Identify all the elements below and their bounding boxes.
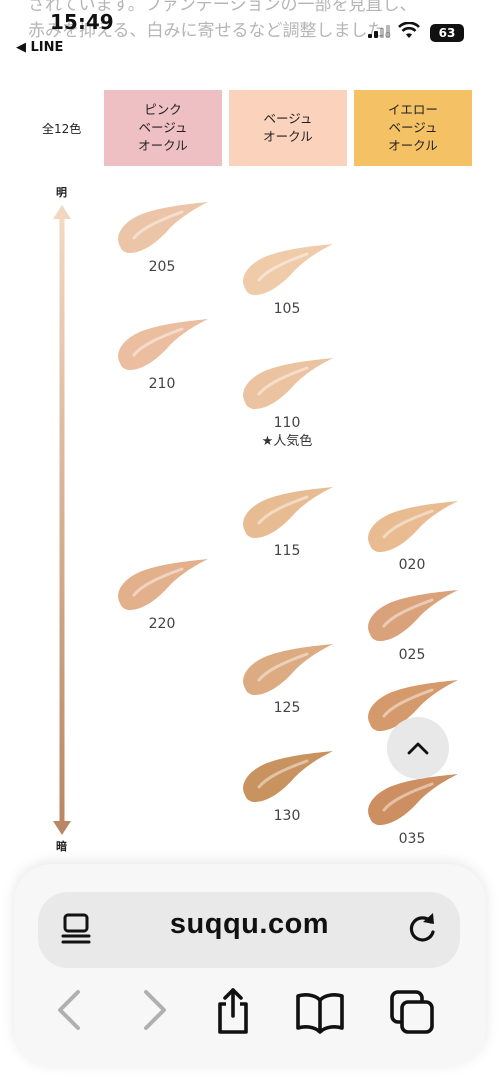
shade-code-025: 025 xyxy=(398,647,426,663)
shade-swatch-130 xyxy=(243,751,333,803)
shade-swatch-020 xyxy=(368,501,458,553)
forward-arrow-icon[interactable] xyxy=(138,988,170,1032)
shade-swatch-205 xyxy=(118,202,208,254)
shade-code-115: 115 xyxy=(273,543,301,559)
scale-light-label: 明 xyxy=(56,186,67,199)
tabs-icon[interactable] xyxy=(388,988,438,1038)
tone-header-pink-beige-ochre: ピンク ベージュ オークル xyxy=(104,90,222,166)
brightness-scale-arrow xyxy=(53,205,71,835)
share-icon[interactable] xyxy=(212,988,254,1036)
shade-code-125: 125 xyxy=(273,700,301,716)
shade-swatch-210 xyxy=(118,319,208,371)
shade-code-020: 020 xyxy=(398,557,426,573)
tone-header-yellow-beige-ochre: イエロー ベージュ オークル xyxy=(354,90,472,166)
chevron-up-icon xyxy=(407,742,429,755)
popular-shade-note: ★人気色 xyxy=(261,434,313,449)
back-to-line-link[interactable]: ◀ LINE xyxy=(16,40,63,55)
wifi-icon xyxy=(398,22,420,38)
shade-swatch-220 xyxy=(118,559,208,611)
scroll-to-top-button[interactable] xyxy=(387,717,449,779)
cellular-signal-icon xyxy=(368,24,390,38)
scale-dark-label: 暗 xyxy=(56,840,67,853)
battery-indicator: 63 xyxy=(430,24,464,42)
shade-swatch-115 xyxy=(243,487,333,539)
shade-code-210: 210 xyxy=(148,376,176,392)
tone-header-beige-ochre: ベージュ オークル xyxy=(229,90,347,166)
shade-swatch-105 xyxy=(243,244,333,296)
shade-swatch-025 xyxy=(368,590,458,642)
shade-swatch-125 xyxy=(243,644,333,696)
shade-code-035: 035 xyxy=(398,831,426,847)
bookmarks-icon[interactable] xyxy=(294,988,346,1036)
back-arrow-icon[interactable] xyxy=(54,988,86,1032)
shade-code-220: 220 xyxy=(148,616,176,632)
shade-swatch-110 xyxy=(243,358,333,410)
shade-code-205: 205 xyxy=(148,259,176,275)
shade-code-105: 105 xyxy=(273,301,301,317)
status-time: 15:49 xyxy=(50,10,114,34)
shade-code-130: 130 xyxy=(273,808,301,824)
reload-icon[interactable] xyxy=(404,910,440,946)
shade-swatch-035 xyxy=(368,774,458,826)
total-colors-label: 全12色 xyxy=(42,122,82,136)
